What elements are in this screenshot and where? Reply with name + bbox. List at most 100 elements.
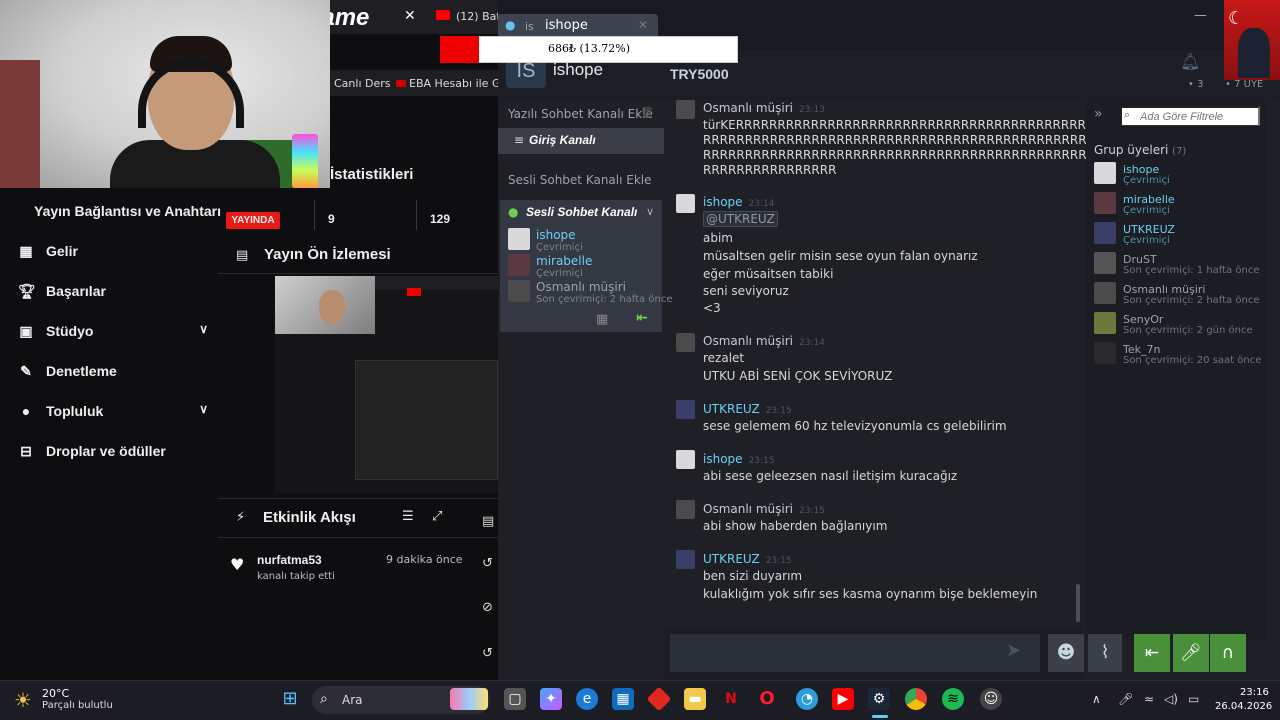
member-count: • 7 ÜYE: [1225, 79, 1264, 90]
avatar[interactable]: [1094, 162, 1116, 184]
voice-member-name[interactable]: ishope: [536, 228, 576, 242]
trash-icon[interactable]: 🗑︎: [640, 106, 654, 119]
weather-icon[interactable]: ☀: [14, 688, 32, 712]
battery-icon[interactable]: ▭: [1188, 692, 1199, 706]
avatar[interactable]: [508, 254, 530, 276]
calendar-icon[interactable]: ▦: [596, 312, 608, 327]
message-text: RRRRRRRRRRRRRRRRRRRRRRRRRRRRRRRRRRRRRRRR…: [703, 133, 1120, 147]
add-voice-channel[interactable]: Sesli Sohbet Kanalı Ekle: [508, 173, 652, 187]
voice-member-name[interactable]: mirabelle: [536, 254, 592, 268]
bell-icon[interactable]: 🔔︎: [1180, 52, 1200, 71]
history-icon[interactable]: ↺: [482, 646, 493, 661]
message-author[interactable]: Osmanlı müşiri 23:14: [703, 334, 825, 348]
wifi-icon[interactable]: ≈: [1144, 692, 1154, 706]
nav-item-topluluk[interactable]: ● Topluluk ∨: [18, 399, 208, 423]
bookmark-canli-ders[interactable]: Canlı Ders: [334, 77, 391, 90]
nav-item-label: Stüdyo: [46, 323, 94, 339]
member-filter-input[interactable]: [1120, 106, 1260, 126]
message-mention[interactable]: @UTKREUZ: [703, 211, 778, 227]
youtube-icon[interactable]: ▶: [832, 688, 854, 710]
chevron-up-icon[interactable]: ∧: [1092, 692, 1101, 706]
task-view-icon[interactable]: ▢: [504, 688, 526, 710]
panel-icon[interactable]: ▤: [482, 514, 494, 529]
emoji-button[interactable]: ☻: [1048, 634, 1084, 672]
message-author[interactable]: ishope 23:14: [703, 195, 774, 209]
avatar[interactable]: [676, 450, 695, 469]
nav-item-basarilar[interactable]: 🏆︎ Başarılar: [18, 279, 208, 303]
windows-start-icon[interactable]: ⊞: [279, 688, 301, 710]
message-author[interactable]: Osmanlı müşiri 23:15: [703, 502, 825, 516]
avatar[interactable]: [676, 194, 695, 213]
steam-icon[interactable]: ⚙: [868, 688, 890, 710]
message-author[interactable]: Osmanlı müşiri 23:13: [703, 101, 825, 115]
edit-icon[interactable]: ⊘: [482, 600, 493, 615]
file-explorer-icon[interactable]: ▬: [684, 688, 706, 710]
chat-message-input[interactable]: [670, 634, 1040, 672]
add-text-channel[interactable]: Yazılı Sohbet Kanalı Ekle: [508, 107, 653, 121]
opera-icon[interactable]: O: [756, 688, 778, 710]
edge-icon[interactable]: e: [576, 688, 598, 710]
message-scrollbar[interactable]: [1076, 584, 1080, 622]
avatar[interactable]: [676, 550, 695, 569]
avatar[interactable]: [676, 333, 695, 352]
stream-preview-video[interactable]: [275, 276, 498, 493]
avatar[interactable]: [676, 100, 695, 119]
nav-item-denetleme[interactable]: ✎ Denetleme: [18, 359, 208, 383]
message-text: sese gelemem 60 hz televizyonumla cs gel…: [703, 419, 1007, 433]
avatar[interactable]: [1094, 192, 1116, 214]
message-author[interactable]: ishope 23:15: [703, 452, 774, 466]
spotify-icon[interactable]: ≋: [942, 688, 964, 710]
trophy-icon: 🏆︎: [18, 282, 36, 299]
chevron-down-icon[interactable]: ∨: [646, 205, 654, 218]
voice-channel-name[interactable]: Sesli Sohbet Kanalı: [526, 205, 637, 219]
search-highlight-icon[interactable]: [450, 688, 488, 710]
avatar[interactable]: [676, 500, 695, 519]
close-icon[interactable]: ✕: [638, 18, 648, 32]
message-text: eğer müsaitsen tabiki: [703, 267, 834, 281]
weather-temp[interactable]: 20°C: [42, 687, 69, 700]
headset-button[interactable]: ∩: [1210, 634, 1246, 672]
stream-key-title[interactable]: Yayın Bağlantısı ve Anahtarı: [34, 203, 221, 219]
avatar[interactable]: [1094, 282, 1116, 304]
microphone-button[interactable]: 🎤︎: [1173, 634, 1209, 672]
leave-voice-icon[interactable]: ⇤: [636, 310, 648, 326]
send-icon[interactable]: ➤: [1006, 640, 1021, 661]
popout-icon[interactable]: ⤢: [432, 509, 442, 524]
discord-icon[interactable]: ☺: [980, 688, 1002, 710]
members-header[interactable]: Grup üyeleri (7): [1094, 143, 1186, 157]
leave-voice-button[interactable]: ⇤: [1134, 634, 1170, 672]
copilot-icon[interactable]: ✦: [540, 688, 562, 710]
message-time: 23:14: [798, 338, 825, 348]
avatar[interactable]: [1094, 312, 1116, 334]
microphone-icon[interactable]: 🎤︎: [1118, 692, 1133, 706]
store-icon[interactable]: ▦: [612, 688, 634, 710]
message-author[interactable]: UTKREUZ 23:15: [703, 552, 792, 566]
avatar[interactable]: [1094, 222, 1116, 244]
nav-item-droplar[interactable]: ⊟ Droplar ve ödüller: [18, 439, 208, 463]
search-icon: ⌕: [320, 691, 328, 707]
nav-item-studyo[interactable]: ▣ Stüdyo ∨: [18, 319, 208, 343]
netflix-icon[interactable]: N: [720, 688, 742, 710]
clock-date[interactable]: 26.04.2026: [1215, 701, 1272, 712]
members-count: (7): [1172, 146, 1187, 157]
avatar[interactable]: [508, 280, 530, 302]
volume-icon[interactable]: ◁): [1164, 692, 1178, 706]
avatar[interactable]: [508, 228, 530, 250]
avatar[interactable]: [676, 400, 695, 419]
voice-member-name[interactable]: Osmanlı müşiri: [536, 280, 626, 294]
message-author[interactable]: UTKREUZ 23:15: [703, 402, 792, 416]
history-icon[interactable]: ↺: [482, 556, 493, 571]
avatar[interactable]: [1094, 252, 1116, 274]
chrome-icon[interactable]: [905, 688, 927, 710]
minimize-icon[interactable]: —: [1194, 8, 1207, 23]
avatar[interactable]: [1094, 342, 1116, 364]
activity-user[interactable]: nurfatma53: [257, 553, 322, 567]
close-icon[interactable]: ✕: [404, 8, 416, 24]
maps-icon[interactable]: ◔: [796, 688, 818, 710]
collapse-icon[interactable]: »: [1094, 106, 1103, 122]
clock-time[interactable]: 23:16: [1240, 687, 1269, 698]
nav-item-gelir[interactable]: ▦ Gelir: [18, 239, 208, 263]
nav-item-label: Droplar ve ödüller: [46, 443, 166, 459]
attach-button[interactable]: ⌇: [1088, 634, 1122, 672]
filter-icon[interactable]: ☰: [402, 509, 414, 524]
